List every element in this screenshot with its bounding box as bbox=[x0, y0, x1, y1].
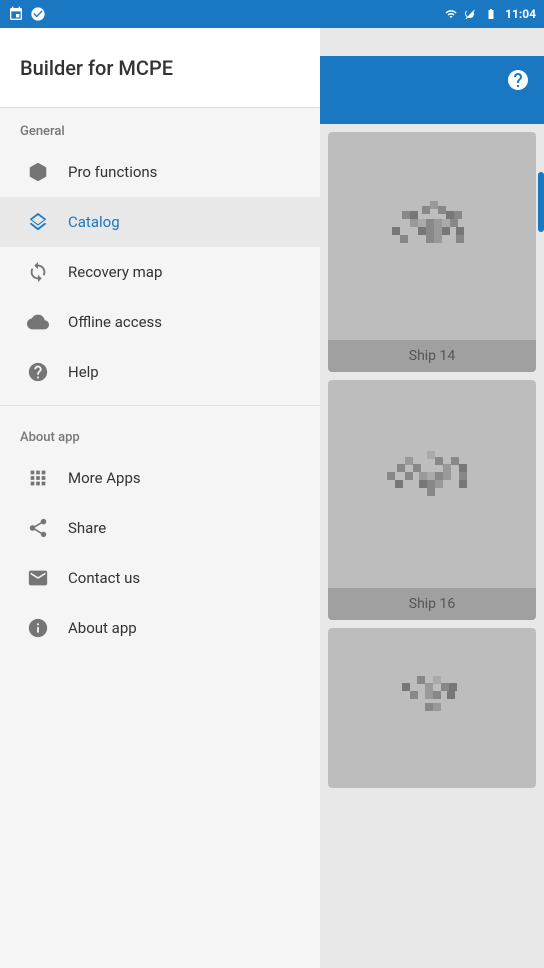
system-icon-1 bbox=[8, 6, 24, 22]
app-bar bbox=[320, 56, 544, 104]
help-button[interactable] bbox=[500, 62, 536, 98]
drawer-header: Builder for MCPE bbox=[0, 28, 320, 108]
menu-item-help[interactable]: Help bbox=[0, 347, 320, 397]
ship-14-image bbox=[328, 132, 536, 340]
help-label: Help bbox=[68, 363, 99, 381]
ship-14-label: Ship 14 bbox=[328, 340, 536, 372]
section-divider bbox=[0, 405, 320, 406]
info-icon bbox=[20, 617, 56, 639]
share-label: Share bbox=[68, 519, 106, 537]
ship-partial-pixel-art bbox=[372, 663, 492, 753]
status-bar-right: 11:04 bbox=[443, 7, 536, 21]
menu-item-catalog[interactable]: Catalog bbox=[0, 197, 320, 247]
wifi-icon bbox=[443, 8, 459, 20]
layers-icon bbox=[20, 211, 56, 233]
ship-14-pixel-art bbox=[372, 191, 492, 281]
ship-16-label: Ship 16 bbox=[328, 588, 536, 620]
help-icon bbox=[506, 68, 530, 92]
ship-16-pixel-art bbox=[372, 439, 492, 529]
menu-item-pro-functions[interactable]: Pro functions bbox=[0, 147, 320, 197]
menu-item-share[interactable]: Share bbox=[0, 503, 320, 553]
menu-item-more-apps[interactable]: More Apps bbox=[0, 453, 320, 503]
grid-icon bbox=[20, 467, 56, 489]
ship-card-16[interactable]: Ship 16 bbox=[328, 380, 536, 620]
ships-container: Ship 14 bbox=[320, 124, 544, 968]
general-section-label: General bbox=[0, 108, 320, 147]
contact-us-label: Contact us bbox=[68, 569, 140, 587]
cloud-icon bbox=[20, 311, 56, 333]
hexagon-icon bbox=[20, 161, 56, 183]
status-bar: 11:04 bbox=[0, 0, 544, 28]
menu-item-offline-access[interactable]: Offline access bbox=[0, 297, 320, 347]
signal-icon bbox=[463, 8, 477, 20]
drawer-content: General Pro functions Catalog bbox=[0, 108, 320, 968]
about-app-label: About app bbox=[68, 619, 137, 637]
menu-item-contact-us[interactable]: Contact us bbox=[0, 553, 320, 603]
about-section-label: About app bbox=[0, 414, 320, 453]
main-content: MODERN MODERN + VE bbox=[320, 28, 544, 968]
navigation-drawer: Builder for MCPE General Pro functions C… bbox=[0, 28, 320, 968]
pro-functions-label: Pro functions bbox=[68, 163, 157, 181]
drawer-title: Builder for MCPE bbox=[20, 56, 173, 80]
catalog-label: Catalog bbox=[68, 213, 120, 231]
status-bar-left bbox=[8, 6, 46, 22]
ship-partial-image bbox=[328, 628, 536, 788]
menu-item-about-app[interactable]: About app bbox=[0, 603, 320, 653]
more-apps-label: More Apps bbox=[68, 469, 141, 487]
system-icon-2 bbox=[30, 6, 46, 22]
recovery-map-label: Recovery map bbox=[68, 263, 162, 281]
email-icon bbox=[20, 567, 56, 589]
help-circle-icon bbox=[20, 361, 56, 383]
share-icon bbox=[20, 517, 56, 539]
menu-item-recovery-map[interactable]: Recovery map bbox=[0, 247, 320, 297]
scroll-indicator bbox=[538, 172, 544, 232]
ship-card-partial[interactable] bbox=[328, 628, 536, 788]
ship-16-image bbox=[328, 380, 536, 588]
time-display: 11:04 bbox=[505, 7, 536, 21]
ship-card-14[interactable]: Ship 14 bbox=[328, 132, 536, 372]
sync-icon bbox=[20, 261, 56, 283]
battery-icon bbox=[481, 8, 501, 20]
offline-access-label: Offline access bbox=[68, 313, 162, 331]
